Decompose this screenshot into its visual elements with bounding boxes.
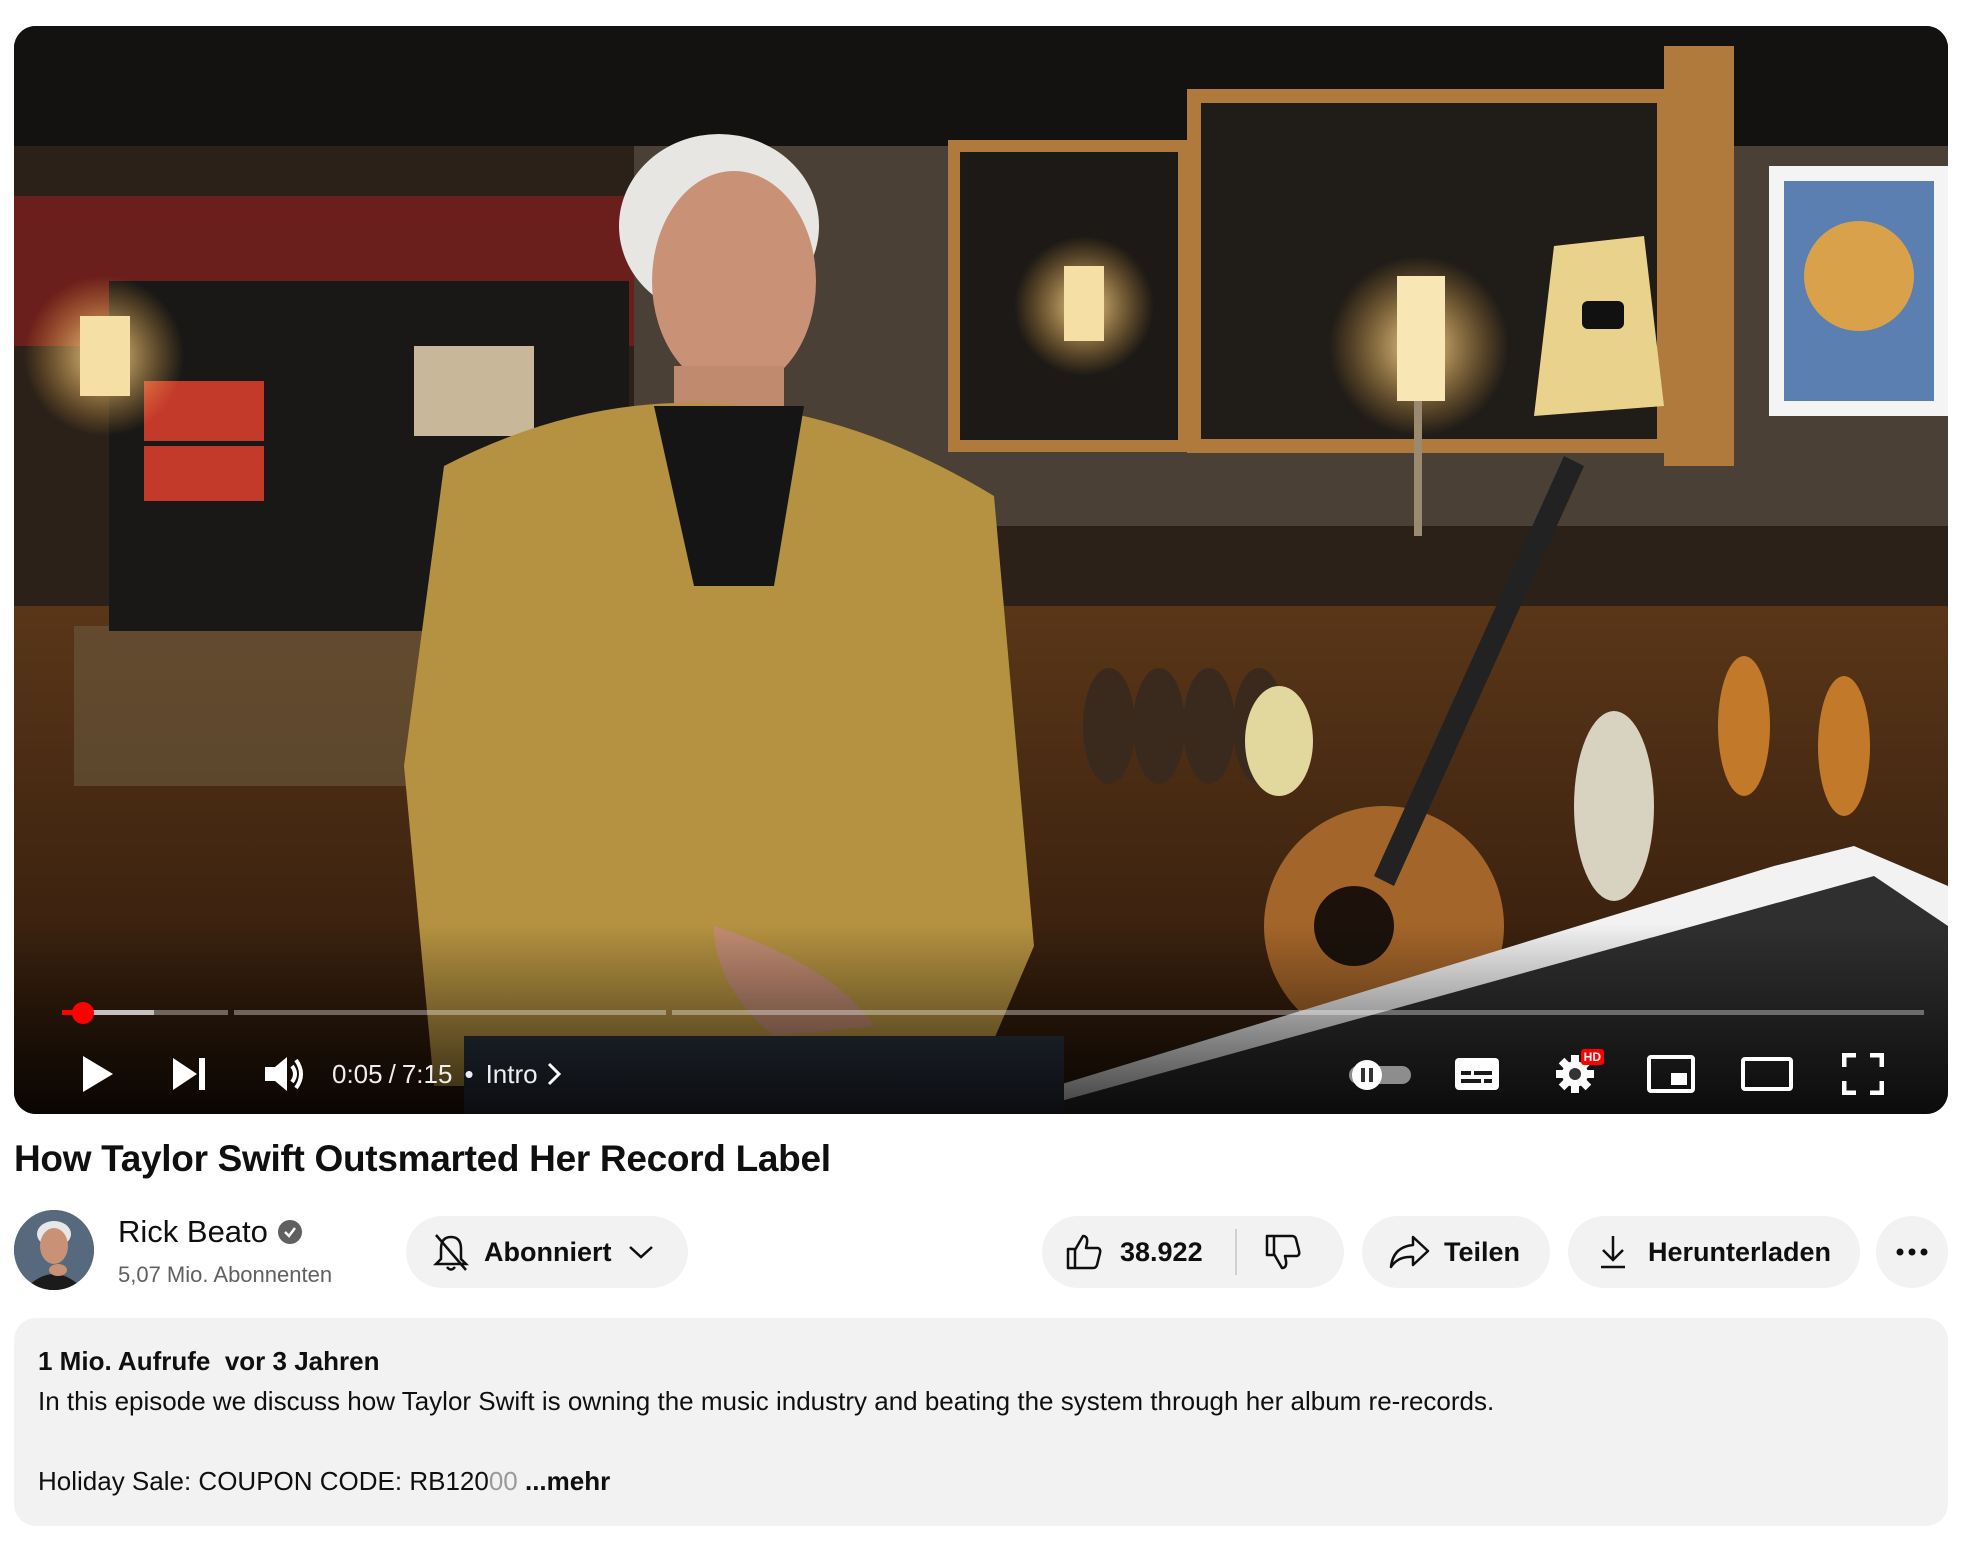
video-title: How Taylor Swift Outsmarted Her Record L… xyxy=(14,1138,831,1179)
video-player[interactable]: 0:05 / 7:15 • Intro HD xyxy=(14,26,1948,1114)
subscriber-count: 5,07 Mio. Abonnenten xyxy=(118,1262,333,1287)
description-coupon-line: Holiday Sale: COUPON CODE: RB12000 ...me… xyxy=(38,1466,610,1497)
time-display: 0:05 / 7:15 • Intro xyxy=(332,1044,562,1104)
chapter-button[interactable]: Intro xyxy=(486,1059,562,1090)
progress-bar[interactable] xyxy=(62,1002,1924,1024)
more-horizontal-icon xyxy=(1896,1248,1928,1256)
subtitles-icon xyxy=(1455,1058,1499,1090)
volume-button[interactable] xyxy=(250,1044,320,1104)
description-box[interactable]: 1 Mio. Aufrufe vor 3 Jahren In this epis… xyxy=(14,1318,1948,1526)
autoplay-toggle-icon xyxy=(1349,1060,1411,1090)
like-button[interactable]: 38.922 xyxy=(1042,1216,1203,1288)
description-meta: 1 Mio. Aufrufe vor 3 Jahren xyxy=(38,1346,379,1377)
coupon-text-faded: 00 xyxy=(488,1466,518,1496)
autoplay-toggle[interactable] xyxy=(1340,1044,1420,1104)
like-count: 38.922 xyxy=(1120,1236,1203,1267)
theater-mode-icon xyxy=(1741,1057,1793,1091)
avatar-image xyxy=(14,1210,94,1290)
chapter-dot: • xyxy=(464,1058,474,1089)
fullscreen-button[interactable] xyxy=(1828,1044,1898,1104)
scrubber-handle[interactable] xyxy=(72,1002,94,1024)
like-dislike-group: 38.922 xyxy=(1042,1216,1344,1288)
time-separator: / xyxy=(388,1058,396,1089)
fullscreen-icon xyxy=(1842,1053,1884,1095)
download-label: Herunterladen xyxy=(1648,1236,1832,1267)
dislike-button[interactable] xyxy=(1237,1216,1303,1288)
skip-next-icon xyxy=(173,1058,205,1090)
channel-name-text: Rick Beato xyxy=(118,1214,268,1249)
play-icon xyxy=(83,1056,113,1092)
channel-name[interactable]: Rick Beato xyxy=(118,1214,302,1250)
upload-age: vor 3 Jahren xyxy=(224,1346,380,1376)
chevron-right-icon xyxy=(547,1062,561,1086)
download-icon xyxy=(1601,1236,1625,1269)
settings-button[interactable]: HD xyxy=(1540,1044,1610,1104)
current-time: 0:05 xyxy=(332,1058,383,1089)
bell-off-icon xyxy=(432,1234,470,1271)
hd-badge: HD xyxy=(1580,1049,1604,1065)
share-icon xyxy=(1389,1235,1430,1269)
view-count: 1 Mio. Aufrufe xyxy=(38,1346,211,1376)
thumbs-down-icon xyxy=(1265,1234,1301,1270)
volume-icon xyxy=(265,1057,303,1091)
miniplayer-icon xyxy=(1647,1055,1695,1093)
duration: 7:15 xyxy=(401,1058,453,1089)
thumbs-up-icon xyxy=(1066,1234,1102,1270)
chapter-segment[interactable] xyxy=(234,1010,666,1015)
subtitles-button[interactable] xyxy=(1442,1044,1512,1104)
share-button[interactable]: Teilen xyxy=(1362,1216,1550,1288)
more-actions-button[interactable] xyxy=(1876,1216,1948,1288)
theater-mode-button[interactable] xyxy=(1732,1044,1802,1104)
subscribe-label: Abonniert xyxy=(484,1236,612,1267)
channel-avatar[interactable] xyxy=(14,1210,94,1290)
chevron-down-icon xyxy=(628,1246,653,1259)
player-controls: 0:05 / 7:15 • Intro HD xyxy=(14,1044,1948,1104)
share-label: Teilen xyxy=(1444,1236,1521,1267)
next-button[interactable] xyxy=(154,1044,224,1104)
chapter-segment[interactable] xyxy=(672,1010,1924,1015)
subscribe-button[interactable]: Abonniert xyxy=(406,1216,688,1288)
show-more-link[interactable]: ...mehr xyxy=(525,1466,610,1496)
coupon-text: Holiday Sale: COUPON CODE: RB120 xyxy=(38,1466,489,1496)
description-line: In this episode we discuss how Taylor Sw… xyxy=(38,1386,1495,1416)
verified-icon xyxy=(277,1220,302,1244)
play-button[interactable] xyxy=(62,1044,132,1104)
miniplayer-button[interactable] xyxy=(1636,1044,1706,1104)
chapter-title: Intro xyxy=(485,1058,538,1089)
download-button[interactable]: Herunterladen xyxy=(1568,1216,1860,1288)
